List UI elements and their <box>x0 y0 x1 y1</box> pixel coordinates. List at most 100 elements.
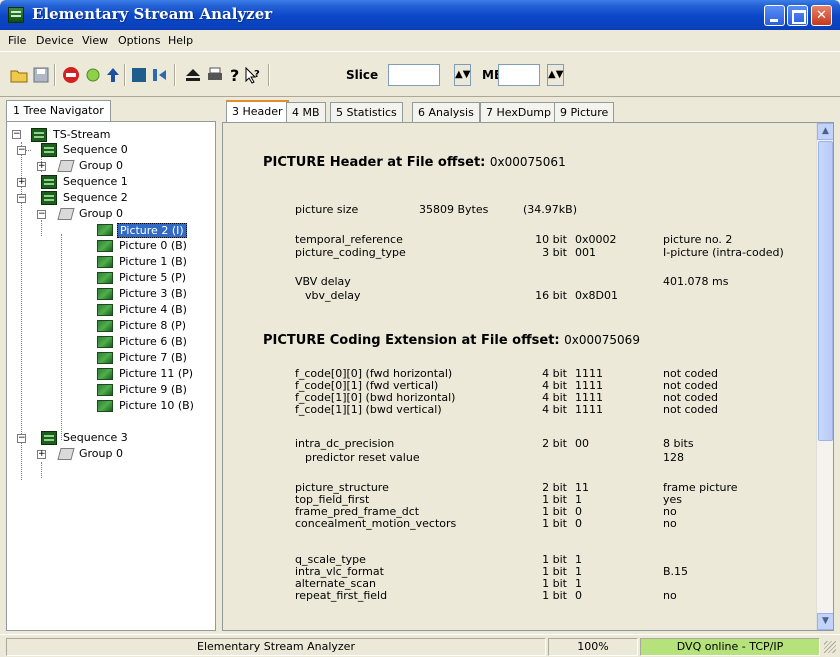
expand-seq0-icon[interactable]: − <box>17 146 26 155</box>
step-icon[interactable] <box>150 66 168 84</box>
tree-node-root[interactable]: TS-Stream <box>31 127 181 143</box>
picture-icon <box>97 272 113 284</box>
slice-input[interactable] <box>388 64 440 86</box>
expand-seq2-icon[interactable]: − <box>17 194 26 203</box>
status-connection: DVQ online - TCP/IP <box>640 638 820 656</box>
svg-text:?: ? <box>254 69 260 80</box>
field-value: 0 <box>575 517 582 530</box>
tree-node-picture[interactable]: Picture 5 (P) <box>97 270 215 286</box>
picture-icon <box>97 400 113 412</box>
field-desc: no <box>663 589 677 602</box>
menu-help[interactable]: Help <box>168 34 193 47</box>
tab-tree-navigator[interactable]: 1 Tree Navigator <box>6 100 111 122</box>
help-icon[interactable]: ? <box>226 66 244 85</box>
expand-seq3-icon[interactable]: − <box>17 434 26 443</box>
save-icon[interactable] <box>32 66 50 84</box>
up-arrow-icon[interactable] <box>104 66 122 84</box>
field-value: 0x0002 <box>575 233 617 246</box>
tab-hexdump[interactable]: 7 HexDump <box>480 102 557 122</box>
tree-node-sequence-1[interactable]: Sequence 1 <box>41 174 191 190</box>
menu-options[interactable]: Options <box>118 34 160 47</box>
field-bits: 4 bit <box>542 403 567 416</box>
group-icon <box>57 160 75 172</box>
picture-size-kb: (34.97kB) <box>523 203 577 216</box>
tab-mb[interactable]: 4 MB <box>286 102 326 122</box>
tree-node-picture[interactable]: Picture 6 (B) <box>97 334 215 350</box>
field-value: 001 <box>575 246 596 259</box>
menu-device[interactable]: Device <box>36 34 74 47</box>
picture-icon <box>97 320 113 332</box>
picture-icon <box>97 256 113 268</box>
title-bar[interactable]: Elementary Stream Analyzer <box>0 0 840 30</box>
open-folder-icon[interactable] <box>10 66 28 84</box>
resize-grip[interactable] <box>824 641 836 653</box>
tab-header[interactable]: 3 Header <box>226 100 289 123</box>
maximize-button[interactable] <box>787 5 808 26</box>
scroll-up-icon[interactable]: ▲ <box>817 123 833 140</box>
left-tab-strip: 1 Tree Navigator <box>6 100 216 122</box>
tree-node-picture[interactable]: Picture 9 (B) <box>97 382 215 398</box>
coding-extension-title: PICTURE Coding Extension at File offset:… <box>263 333 640 348</box>
field-bits: 2 bit <box>542 437 567 450</box>
field-name: temporal_reference <box>295 233 403 246</box>
minimize-button[interactable] <box>764 5 785 26</box>
expand-seq1-icon[interactable]: + <box>17 178 26 187</box>
mb-spinner[interactable]: ▲▼ <box>547 64 564 86</box>
picture-icon <box>97 368 113 380</box>
stream-icon <box>31 128 47 142</box>
field-bits: 1 bit <box>542 589 567 602</box>
tree-node-seq2-group-0[interactable]: Group 0 <box>57 206 179 222</box>
vertical-scrollbar[interactable]: ▲ ▼ <box>816 123 833 630</box>
tree-node-sequence-0[interactable]: Sequence 0 <box>41 142 191 158</box>
tree-node-picture[interactable]: Picture 3 (B) <box>97 286 215 302</box>
print-icon[interactable] <box>206 66 224 84</box>
tab-picture[interactable]: 9 Picture <box>554 102 615 122</box>
tree-node-sequence-2[interactable]: Sequence 2 <box>41 190 191 206</box>
tree-node-picture[interactable]: Picture 2 (I) <box>97 222 215 238</box>
tab-analysis[interactable]: 6 Analysis <box>412 102 480 122</box>
record-icon[interactable] <box>84 66 102 84</box>
group-icon <box>57 208 75 220</box>
field-name: intra_dc_precision <box>295 437 395 450</box>
tree-node-picture[interactable]: Picture 0 (B) <box>97 238 215 254</box>
picture-icon <box>97 224 113 236</box>
field-value: 00 <box>575 437 589 450</box>
block-icon[interactable] <box>130 66 148 84</box>
scroll-down-icon[interactable]: ▼ <box>817 613 833 630</box>
expand-seq2-group-icon[interactable]: − <box>37 210 46 219</box>
slice-spinner[interactable]: ▲▼ <box>454 64 471 86</box>
picture-icon <box>97 352 113 364</box>
scroll-thumb[interactable] <box>818 141 833 441</box>
mb-input[interactable] <box>498 64 540 86</box>
tree-node-picture[interactable]: Picture 7 (B) <box>97 350 215 366</box>
expand-seq0-group-icon[interactable]: + <box>37 162 46 171</box>
field-desc: B.15 <box>663 565 689 578</box>
field-desc: 8 bits <box>663 437 694 450</box>
tree-node-picture[interactable]: Picture 11 (P) <box>97 366 215 382</box>
coding-extension-offset: 0x00075069 <box>564 333 640 347</box>
field-desc: no <box>663 517 677 530</box>
tab-statistics[interactable]: 5 Statistics <box>330 102 403 122</box>
app-icon <box>8 7 24 23</box>
menu-view[interactable]: View <box>82 34 108 47</box>
stop-icon[interactable] <box>62 66 80 84</box>
tree-node-sequence-3[interactable]: Sequence 3 <box>41 430 191 446</box>
tree-node-seq0-group-0[interactable]: Group 0 <box>57 158 179 174</box>
status-bar: Elementary Stream Analyzer 100% DVQ onli… <box>0 634 840 657</box>
predictor-reset-value: 128 <box>663 451 684 464</box>
eject-icon[interactable] <box>184 66 202 84</box>
expand-root-icon[interactable]: − <box>12 130 21 139</box>
tree-node-picture[interactable]: Picture 8 (P) <box>97 318 215 334</box>
close-button[interactable] <box>811 5 832 26</box>
group-icon <box>57 448 75 460</box>
context-help-icon[interactable]: ? <box>244 66 262 84</box>
menu-file[interactable]: File <box>8 34 26 47</box>
expand-seq3-group-icon[interactable]: + <box>37 450 46 459</box>
tree-node-picture[interactable]: Picture 1 (B) <box>97 254 215 270</box>
tree-node-seq3-group-0[interactable]: Group 0 <box>57 446 179 462</box>
field-name: repeat_first_field <box>295 589 388 602</box>
tree-node-picture[interactable]: Picture 4 (B) <box>97 302 215 318</box>
picture-header-offset: 0x00075061 <box>489 155 566 169</box>
field-desc: I-picture (intra-coded) <box>663 246 784 259</box>
tree-node-picture[interactable]: Picture 10 (B) <box>97 398 215 414</box>
